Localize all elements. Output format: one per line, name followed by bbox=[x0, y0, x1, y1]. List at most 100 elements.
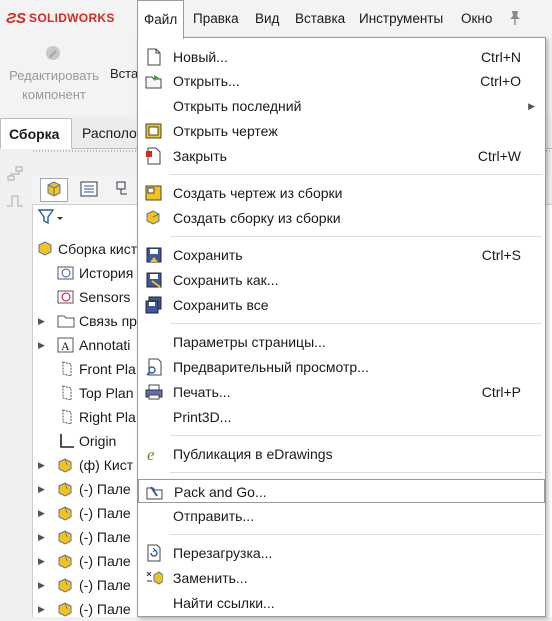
tree-item-label: (-) Пале bbox=[79, 481, 131, 497]
menu-item-open[interactable]: Открыть... Ctrl+O bbox=[138, 69, 545, 93]
tree-item-label: Связь пр bbox=[79, 313, 137, 329]
menu-item-send[interactable]: Отправить... bbox=[138, 504, 545, 528]
tree-item-label: Right Pla bbox=[79, 409, 136, 425]
edrawings-icon: e bbox=[147, 445, 155, 463]
expand-arrow-icon[interactable]: ▶ bbox=[38, 501, 45, 525]
logo-text: SOLIDWORKS bbox=[29, 11, 115, 25]
hierarchy-icon[interactable] bbox=[6, 166, 26, 182]
feature-manager-tab[interactable] bbox=[40, 178, 68, 202]
menu-item-close[interactable]: Закрыть Ctrl+W bbox=[138, 144, 545, 168]
tree-item-component[interactable]: ▶ (-) Пале bbox=[38, 477, 131, 501]
menu-item-pack-and-go[interactable]: Pack and Go... bbox=[138, 479, 545, 503]
expand-arrow-icon[interactable]: ▶ bbox=[38, 333, 45, 357]
insert-components-button[interactable]: Вста bbox=[110, 66, 138, 81]
sketch-icon[interactable] bbox=[6, 194, 24, 208]
menu-item-replace[interactable]: Заменить... bbox=[138, 566, 545, 590]
part-icon bbox=[58, 530, 72, 545]
menu-separator bbox=[170, 472, 542, 473]
solidworks-logo[interactable]: ƧS SOLIDWORKS bbox=[6, 9, 115, 27]
part-icon bbox=[58, 602, 72, 617]
menu-tools[interactable]: Инструменты bbox=[353, 0, 449, 38]
save-icon bbox=[146, 247, 162, 263]
tree-item-top-plane[interactable]: Top Plan bbox=[57, 381, 133, 405]
menu-edit[interactable]: Правка bbox=[187, 0, 245, 38]
tree-item-history[interactable]: История bbox=[57, 261, 133, 285]
expand-arrow-icon[interactable]: ▶ bbox=[38, 525, 45, 549]
menu-item-save[interactable]: Сохранить Ctrl+S bbox=[138, 243, 545, 267]
expand-arrow-icon[interactable]: ▶ bbox=[38, 453, 45, 477]
menu-item-save-all[interactable]: Сохранить все bbox=[138, 293, 545, 317]
save-as-icon bbox=[146, 272, 162, 288]
menu-item-find-references[interactable]: Найти ссылки... bbox=[138, 591, 545, 615]
menu-item-make-assembly[interactable]: Создать сборку из сборки bbox=[138, 206, 545, 230]
tree-item-label: (-) Пале bbox=[79, 601, 131, 617]
tab-layout[interactable]: Располо bbox=[74, 118, 144, 148]
filter-icon[interactable] bbox=[37, 208, 67, 226]
menu-item-open-drawing[interactable]: Открыть чертеж bbox=[138, 119, 545, 143]
menu-item-publish-edrawings[interactable]: e Публикация в eDrawings bbox=[138, 442, 545, 466]
menu-item-page-setup[interactable]: Параметры страницы... bbox=[138, 330, 545, 354]
tree-item-component[interactable]: ▶ (-) Пале bbox=[38, 501, 131, 525]
tree-item-component[interactable]: ▶ (ф) Кист bbox=[38, 453, 133, 477]
menu-window[interactable]: Окно bbox=[455, 0, 498, 38]
edit-component-icon bbox=[46, 46, 60, 60]
tree-item-label: История bbox=[79, 265, 134, 281]
tree-item-origin[interactable]: Origin bbox=[57, 429, 116, 453]
part-icon bbox=[58, 458, 72, 473]
tree-item-component[interactable]: ▶ (-) Пале bbox=[38, 573, 131, 597]
expand-arrow-icon[interactable]: ▶ bbox=[38, 309, 45, 333]
left-toolbar bbox=[0, 150, 32, 617]
expand-arrow-icon[interactable]: ▶ bbox=[38, 597, 45, 621]
menu-separator bbox=[170, 534, 542, 535]
pin-icon[interactable] bbox=[508, 10, 522, 26]
menu-item-make-drawing[interactable]: Создать чертеж из сборки bbox=[138, 181, 545, 205]
ds-logo-icon: ƧS bbox=[6, 9, 27, 27]
part-icon bbox=[58, 506, 72, 521]
part-icon bbox=[58, 554, 72, 569]
expand-arrow-icon[interactable]: ▶ bbox=[38, 573, 45, 597]
expand-arrow-icon[interactable]: ▶ bbox=[38, 549, 45, 573]
origin-icon bbox=[60, 434, 74, 448]
menu-item-new[interactable]: Новый... Ctrl+N bbox=[138, 45, 545, 69]
print-preview-icon bbox=[146, 358, 162, 376]
tree-item-sensors[interactable]: Sensors bbox=[57, 285, 130, 309]
tree-item-front-plane[interactable]: Front Pla bbox=[57, 357, 136, 381]
tree-item-relations[interactable]: ▶ Связь пр bbox=[38, 309, 137, 333]
menu-view[interactable]: Вид bbox=[249, 0, 285, 38]
tree-item-right-plane[interactable]: Right Pla bbox=[57, 405, 136, 429]
tab-assembly[interactable]: Сборка bbox=[0, 118, 72, 149]
svg-text:A: A bbox=[61, 339, 70, 353]
menu-file[interactable]: Файл bbox=[137, 0, 185, 39]
part-icon bbox=[58, 482, 72, 497]
menu-item-open-recent[interactable]: Открыть последний ▶ bbox=[138, 94, 545, 118]
menu-item-save-as[interactable]: Сохранить как... bbox=[138, 268, 545, 292]
plane-icon bbox=[62, 409, 72, 425]
tree-item-component[interactable]: ▶ (-) Пале bbox=[38, 525, 131, 549]
menu-item-print-preview[interactable]: Предварительный просмотр... bbox=[138, 355, 545, 379]
menu-insert[interactable]: Вставка bbox=[289, 0, 351, 38]
menu-item-print3d[interactable]: Print3D... bbox=[138, 405, 545, 429]
configuration-manager-tab[interactable] bbox=[112, 178, 140, 202]
tree-item-label: Sensors bbox=[79, 289, 131, 305]
tree-item-component[interactable]: ▶ (-) Пале bbox=[38, 549, 131, 573]
menu-item-reload[interactable]: Перезагрузка... bbox=[138, 541, 545, 565]
tree-item-annotations[interactable]: ▶ A Annotati bbox=[38, 333, 131, 357]
expand-arrow-icon[interactable]: ▶ bbox=[38, 477, 45, 501]
save-all-icon bbox=[145, 296, 162, 314]
open-folder-icon bbox=[145, 75, 162, 89]
tree-item-component[interactable]: ▶ (-) Пале bbox=[38, 597, 131, 621]
menu-separator bbox=[170, 323, 542, 324]
assembly-from-assembly-icon bbox=[146, 210, 160, 225]
tree-item-label: Front Pla bbox=[79, 361, 136, 377]
tree-item-label: Top Plan bbox=[79, 385, 134, 401]
tree-item-label: Annotati bbox=[79, 337, 131, 353]
property-manager-tab[interactable] bbox=[76, 178, 104, 202]
print-icon bbox=[145, 384, 163, 400]
menu-item-print[interactable]: Печать... Ctrl+P bbox=[138, 380, 545, 404]
new-document-icon bbox=[147, 48, 161, 66]
edit-component-button[interactable]: Редактировать компонент bbox=[0, 66, 108, 104]
tree-item-root-assembly[interactable]: Сборка кист bbox=[36, 237, 137, 261]
sensors-icon bbox=[57, 290, 74, 304]
folder-icon bbox=[57, 315, 75, 328]
svg-text:e: e bbox=[147, 445, 155, 463]
